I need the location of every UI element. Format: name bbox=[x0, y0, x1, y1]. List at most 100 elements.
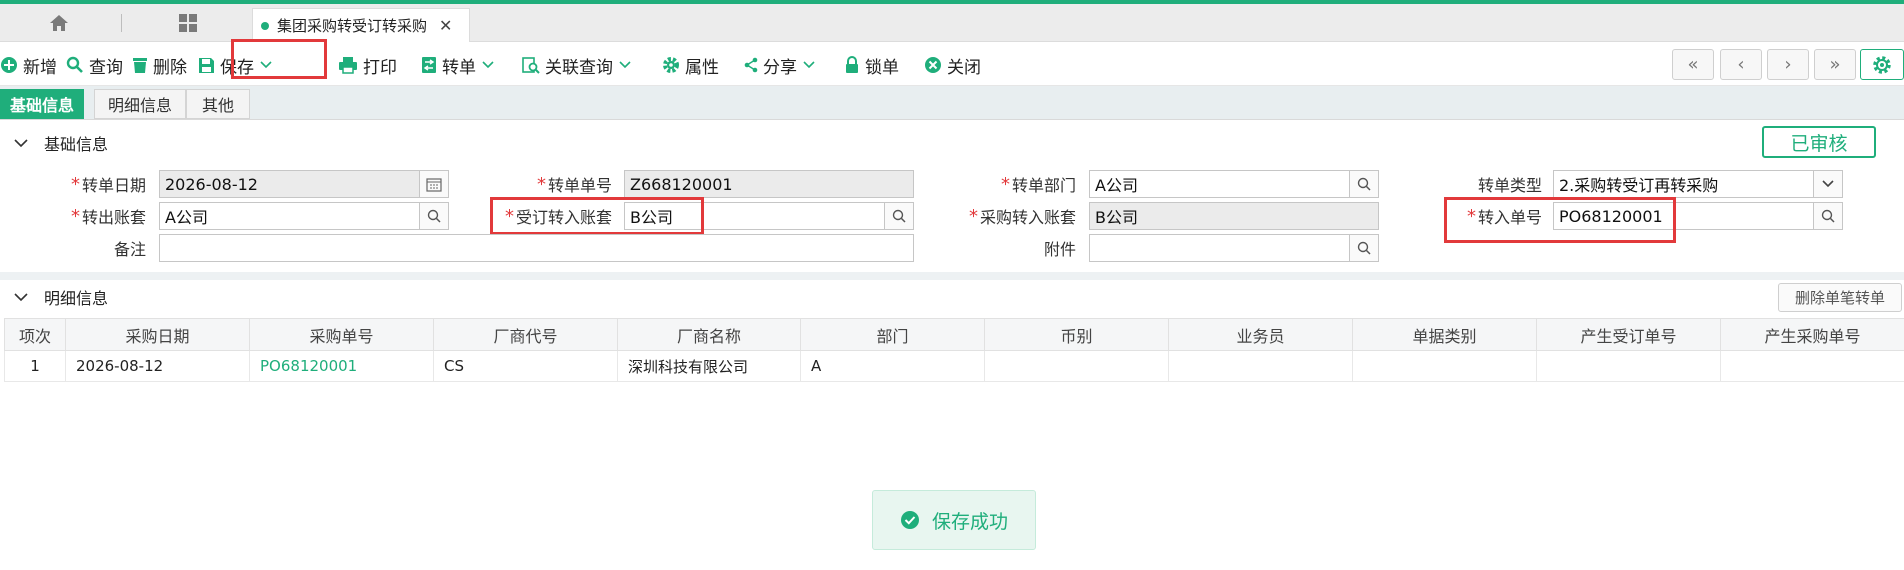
close-label: 关闭 bbox=[947, 57, 981, 78]
share-button[interactable]: 分享 bbox=[744, 50, 820, 80]
delete-button[interactable]: 删除 bbox=[132, 50, 187, 80]
toolbar: 新增 查询 删除 保存 打印 转单 关联查询 属性 分享 锁单 关闭 « ‹ ›… bbox=[0, 39, 1904, 86]
column-header[interactable]: 项次 bbox=[4, 318, 66, 351]
column-header[interactable]: 业务员 bbox=[1168, 318, 1353, 351]
cell-vendor-name: 深圳科技有限公司 bbox=[617, 350, 801, 382]
tab-basic-info[interactable]: 基础信息 bbox=[0, 89, 84, 119]
column-header[interactable]: 厂商名称 bbox=[617, 318, 801, 351]
floppy-disk-icon bbox=[199, 57, 214, 73]
save-highlight-box bbox=[231, 39, 327, 79]
lock-button[interactable]: 锁单 bbox=[844, 50, 899, 80]
column-header[interactable]: 产生采购单号 bbox=[1720, 318, 1904, 351]
first-record-button[interactable]: « bbox=[1672, 49, 1714, 80]
home-tab[interactable] bbox=[0, 4, 118, 42]
apps-tab[interactable] bbox=[126, 4, 250, 42]
purchase-in-book-label: * 采购转入账套 bbox=[968, 205, 1076, 228]
chevron-down-icon bbox=[482, 61, 494, 69]
active-dot-icon bbox=[261, 21, 269, 30]
previous-record-button[interactable]: ‹ bbox=[1720, 49, 1762, 80]
settings-button[interactable] bbox=[1860, 49, 1904, 80]
calendar-icon bbox=[426, 177, 442, 192]
tab-detail-info[interactable]: 明细信息 bbox=[94, 89, 186, 119]
tab-divider bbox=[121, 14, 122, 32]
type-select[interactable]: 2.采购转受订再转采购 bbox=[1553, 170, 1843, 198]
transfer-label: 转单 bbox=[442, 57, 476, 78]
next-record-button[interactable]: › bbox=[1767, 49, 1809, 80]
close-tab-icon[interactable]: ✕ bbox=[439, 16, 452, 35]
attachment-field[interactable] bbox=[1089, 234, 1379, 262]
type-dropdown-button[interactable] bbox=[1813, 170, 1843, 198]
share-icon bbox=[744, 57, 758, 73]
cell-doc-type bbox=[1352, 350, 1537, 382]
print-button[interactable]: 打印 bbox=[338, 50, 397, 80]
remark-input[interactable] bbox=[159, 234, 914, 262]
date-label: * 转单日期 bbox=[70, 173, 146, 196]
properties-button[interactable]: 属性 bbox=[662, 50, 719, 80]
order-no-field[interactable]: Z668120001 bbox=[624, 170, 914, 198]
save-success-toast: 保存成功 bbox=[872, 490, 1036, 550]
attachment-lookup-button[interactable] bbox=[1349, 234, 1379, 262]
date-value: 2026-08-12 bbox=[165, 174, 258, 194]
order-no-label: * 转单单号 bbox=[536, 173, 612, 196]
date-field[interactable]: 2026-08-12 bbox=[159, 170, 449, 198]
transfer-button[interactable]: 转单 bbox=[421, 50, 499, 80]
in-no-lookup-button[interactable] bbox=[1813, 202, 1843, 230]
printer-icon bbox=[339, 57, 357, 74]
cell-salesman bbox=[1168, 350, 1353, 382]
order-in-book-highlight-box bbox=[490, 197, 704, 235]
column-header[interactable]: 产生受订单号 bbox=[1536, 318, 1721, 351]
detail-info-title: 明细信息 bbox=[44, 289, 109, 308]
delete-single-transfer-button[interactable]: 删除单笔转单 bbox=[1778, 283, 1902, 312]
attachment-label: 附件 bbox=[1043, 240, 1076, 259]
search-icon bbox=[66, 56, 83, 73]
type-label: 转单类型 bbox=[1477, 176, 1542, 195]
search-icon bbox=[892, 209, 906, 223]
detail-info-section-header[interactable]: 明细信息 bbox=[0, 281, 1904, 313]
column-header[interactable]: 厂商代号 bbox=[433, 318, 618, 351]
dept-value: A公司 bbox=[1095, 176, 1138, 195]
cell-index: 1 bbox=[4, 350, 66, 382]
new-button[interactable]: 新增 bbox=[0, 50, 57, 80]
dept-label: * 转单部门 bbox=[1000, 173, 1076, 196]
order-in-book-lookup-button[interactable] bbox=[884, 202, 914, 230]
out-book-label: * 转出账套 bbox=[70, 205, 146, 228]
tab-other[interactable]: 其他 bbox=[186, 89, 250, 119]
cell-po-link[interactable]: PO68120001 bbox=[249, 350, 434, 382]
basic-info-section-header[interactable]: 基础信息 bbox=[0, 127, 1904, 159]
out-book-lookup-button[interactable] bbox=[419, 202, 449, 230]
collapse-chevron-icon bbox=[14, 138, 28, 147]
purchase-in-book-field[interactable]: B公司 bbox=[1089, 202, 1379, 230]
dept-field[interactable]: A公司 bbox=[1089, 170, 1379, 198]
column-header[interactable]: 币别 bbox=[984, 318, 1169, 351]
out-book-value: A公司 bbox=[165, 208, 208, 227]
close-circle-icon bbox=[925, 57, 941, 73]
query-button[interactable]: 查询 bbox=[66, 50, 123, 80]
calendar-button[interactable] bbox=[419, 170, 449, 198]
close-button[interactable]: 关闭 bbox=[924, 50, 981, 80]
collapse-chevron-icon bbox=[14, 292, 28, 301]
properties-label: 属性 bbox=[685, 57, 719, 78]
cell-dept: A bbox=[800, 350, 985, 382]
tab-active-document[interactable]: 集团采购转受订转采购 ✕ bbox=[252, 8, 470, 42]
purchase-in-book-value: B公司 bbox=[1095, 208, 1138, 227]
new-label: 新增 bbox=[23, 57, 57, 78]
search-icon bbox=[1821, 209, 1835, 223]
out-book-field[interactable]: A公司 bbox=[159, 202, 449, 230]
gear-icon bbox=[663, 57, 679, 73]
dept-lookup-button[interactable] bbox=[1349, 170, 1379, 198]
settings-gear-icon bbox=[1873, 55, 1891, 74]
last-record-button[interactable]: » bbox=[1814, 49, 1856, 80]
table-row[interactable]: 1 2026-08-12 PO68120001 CS 深圳科技有限公司 A bbox=[4, 350, 1904, 382]
column-header[interactable]: 单据类别 bbox=[1352, 318, 1537, 351]
linked-query-label: 关联查询 bbox=[545, 57, 613, 78]
trash-icon bbox=[133, 58, 147, 73]
toast-message: 保存成功 bbox=[931, 510, 1008, 533]
linked-query-button[interactable]: 关联查询 bbox=[522, 50, 636, 80]
delete-label: 删除 bbox=[153, 57, 187, 78]
column-header[interactable]: 采购单号 bbox=[249, 318, 434, 351]
cell-order-no bbox=[1536, 350, 1721, 382]
column-header[interactable]: 采购日期 bbox=[65, 318, 250, 351]
search-icon bbox=[427, 209, 441, 223]
column-header[interactable]: 部门 bbox=[800, 318, 985, 351]
chevron-down-icon bbox=[803, 61, 815, 69]
